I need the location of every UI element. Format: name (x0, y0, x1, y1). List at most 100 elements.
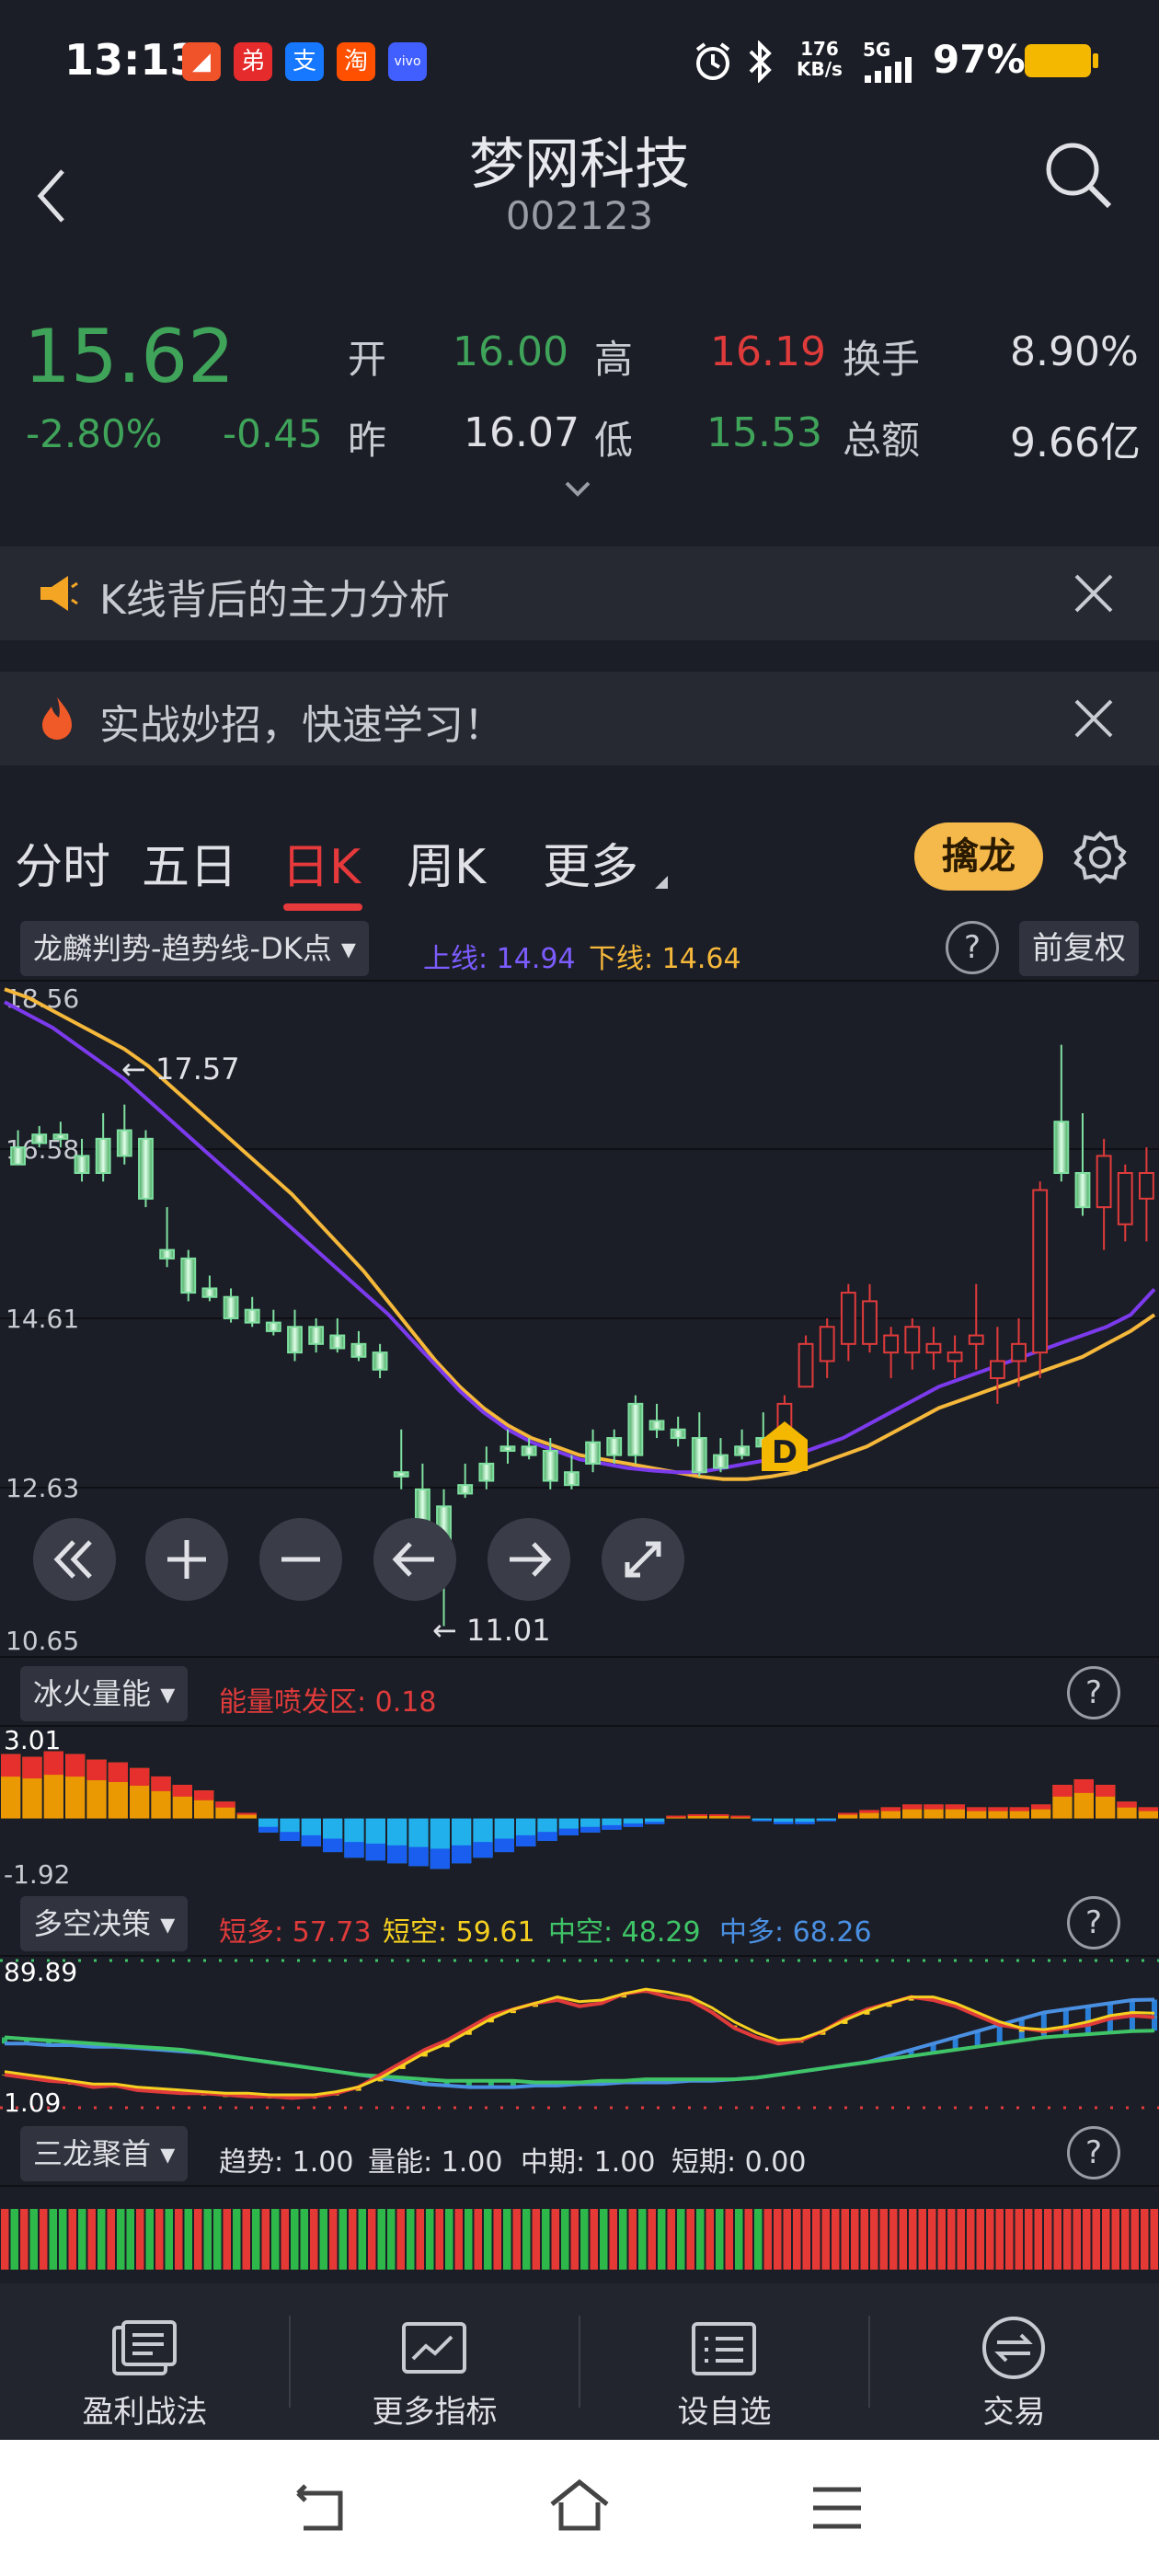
nav-label: 更多指标 (372, 2394, 498, 2431)
help-icon[interactable]: ? (1067, 2126, 1120, 2179)
signal-cell (590, 2209, 598, 2270)
home-nav-icon[interactable] (546, 2477, 613, 2536)
energy-bar-cap (194, 1790, 214, 1800)
battery-icon (1025, 44, 1098, 77)
candle-body (670, 1428, 686, 1440)
banner-ad-1[interactable]: K线背后的主力分析 (0, 546, 1159, 640)
signal-cell (841, 2209, 849, 2270)
candle-body (138, 1137, 154, 1200)
candle-body (968, 1334, 984, 1345)
candle-body (308, 1326, 325, 1345)
qinlong-button[interactable]: 擒龙 (914, 822, 1043, 891)
candle-body (989, 1360, 1005, 1380)
main-indicator-select[interactable]: 龙麟判势-趋势线-DK点 ▾ (20, 921, 369, 976)
signal-cell (658, 2209, 666, 2270)
signal-cell (1150, 2209, 1158, 2270)
energy-bar-cap (645, 1822, 665, 1824)
signal-cell (628, 2209, 637, 2270)
energy-bar-cap (387, 1845, 407, 1864)
signal-cell (368, 2209, 376, 2270)
plus-icon (167, 1540, 206, 1579)
candle-body (648, 1420, 665, 1431)
menu-nav-icon[interactable] (809, 2484, 865, 2532)
zoom-in-button[interactable] (145, 1518, 228, 1601)
signal-cell (1053, 2209, 1061, 2270)
nav-more-indicators[interactable]: 更多指标 (290, 2283, 580, 2440)
signal-cell (1034, 2209, 1042, 2270)
help-icon[interactable]: ? (1067, 1896, 1120, 1949)
signal-cell (696, 2209, 705, 2270)
app-notification-icon: 支 (285, 42, 324, 81)
scroll-left-button[interactable] (373, 1518, 456, 1601)
signal-cell (735, 2209, 743, 2270)
signal-cell (271, 2209, 280, 2270)
energy-bar-cap (902, 1804, 923, 1810)
candle-body (244, 1308, 260, 1324)
close-icon[interactable] (1071, 570, 1117, 616)
dk-point-marker[interactable]: D (760, 1420, 809, 1473)
search-icon[interactable] (1041, 138, 1115, 212)
signal-cell (899, 2209, 907, 2270)
candle-body (52, 1133, 69, 1140)
candle-body (1011, 1342, 1027, 1363)
td-indicator-select[interactable]: 三龙聚首 ▾ (20, 2126, 189, 2181)
tab-five-day[interactable]: 五日 (142, 828, 237, 897)
candle-body (606, 1437, 623, 1456)
nav-label: 设自选 (677, 2394, 772, 2431)
signal-cell (783, 2209, 791, 2270)
expand-chevron-icon[interactable] (563, 479, 592, 500)
tab-more[interactable]: 更多 (543, 828, 638, 897)
app-notification-icon: ◢ (182, 42, 221, 81)
tab-daily-k[interactable]: 日K (281, 828, 361, 897)
double-chevron-left-icon (53, 1540, 92, 1579)
energy-bar-cap (1096, 1785, 1116, 1797)
energy-bar-cap (537, 1832, 557, 1841)
energy-bar-cap (151, 1776, 171, 1791)
adjust-select[interactable]: 前复权 (1019, 921, 1139, 976)
candle-body (840, 1292, 856, 1345)
mid-short-value: 中空: 48.29 (548, 1916, 701, 1949)
help-icon[interactable]: ? (1067, 1666, 1120, 1719)
scroll-right-button[interactable] (488, 1518, 570, 1601)
signal-cell (542, 2209, 550, 2270)
energy-bar-cap (602, 1824, 622, 1830)
nav-profit-strategy[interactable]: 盈利战法 (0, 2283, 290, 2440)
tab-intraday[interactable]: 分时 (15, 828, 110, 897)
signal-cell (879, 2209, 888, 2270)
energy-bar-cap (236, 1812, 257, 1815)
candle-body (925, 1342, 942, 1354)
nav-add-watchlist[interactable]: 设自选 (580, 2283, 869, 2440)
signal-cell (532, 2209, 540, 2270)
energy-bar-cap (1117, 1801, 1137, 1808)
zoom-out-button[interactable] (259, 1518, 342, 1601)
signal-cell (98, 2209, 106, 2270)
energy-bar-cap (494, 1838, 514, 1853)
chart-trend-icon (402, 2322, 466, 2374)
help-icon[interactable]: ? (946, 921, 999, 974)
short-short-value: 短空: 59.61 (383, 1916, 535, 1949)
prev-close-label: 昨 (348, 418, 387, 463)
tab-weekly-k[interactable]: 周K (407, 828, 486, 897)
signal-cell (349, 2209, 357, 2270)
candle-body (862, 1300, 878, 1345)
nav-trade[interactable]: 交易 (869, 2283, 1159, 2440)
scroll-start-button[interactable] (33, 1518, 116, 1601)
settings-gear-icon[interactable] (1073, 830, 1128, 885)
high-value: 16.19 (710, 328, 826, 375)
close-icon[interactable] (1071, 696, 1117, 742)
signal-cell (821, 2209, 830, 2270)
ls-indicator-select[interactable]: 多空决策 ▾ (20, 1896, 189, 1951)
signal-cell (860, 2209, 868, 2270)
signal-cell (1005, 2209, 1014, 2270)
low-label: 低 (594, 418, 634, 463)
back-nav-icon[interactable] (291, 2480, 351, 2536)
energy-bar-cap (988, 1807, 1008, 1811)
change-percent: -2.80% (26, 411, 163, 456)
banner-ad-2[interactable]: 实战妙招，快速学习！ (0, 672, 1159, 765)
candle-body (627, 1402, 644, 1456)
signal-cell (1083, 2209, 1091, 2270)
energy-indicator-select[interactable]: 冰火量能 ▾ (20, 1666, 189, 1721)
net-speed: 176 KB/s (797, 38, 843, 80)
energy-bar-cap (859, 1810, 879, 1813)
fullscreen-button[interactable] (602, 1518, 684, 1601)
